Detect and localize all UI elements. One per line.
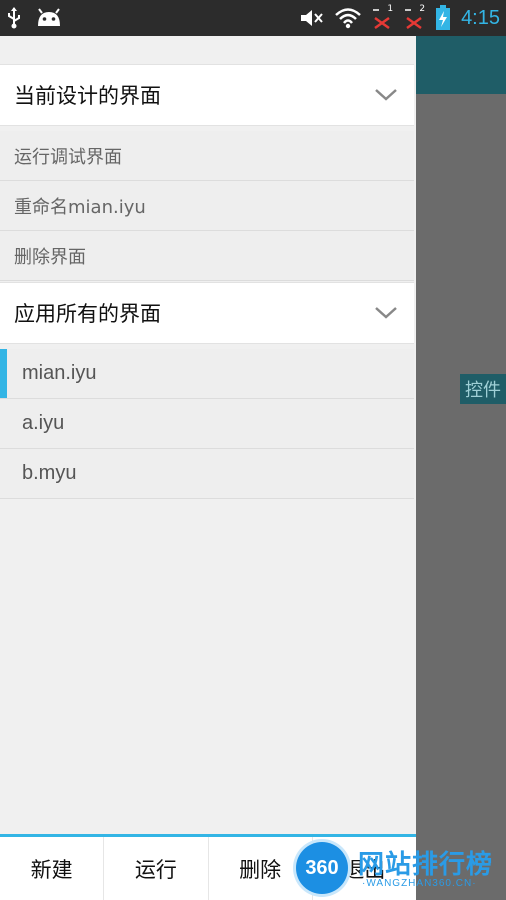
- background-controls-tab[interactable]: 控件: [460, 374, 506, 404]
- rename-label: 重命名mian.iyu: [14, 196, 146, 218]
- navigation-drawer: 当前设计的界面 运行调试界面 重命名mian.iyu 删除界面 应用所有的界面 …: [0, 36, 416, 900]
- file-name: mian.iyu: [22, 362, 97, 384]
- run-debug-label: 运行调试界面: [14, 146, 122, 168]
- delete-screen-item[interactable]: 删除界面: [0, 231, 414, 281]
- section-header-current[interactable]: 当前设计的界面: [0, 64, 414, 126]
- clock: 4:15: [461, 6, 500, 29]
- sim2-no-signal-icon: 2: [403, 4, 425, 30]
- background-app[interactable]: [416, 36, 506, 900]
- run-debug-item[interactable]: 运行调试界面: [0, 131, 414, 181]
- exit-button[interactable]: 退出: [313, 837, 416, 900]
- chevron-down-icon: [375, 307, 397, 319]
- section-header-all[interactable]: 应用所有的界面: [0, 282, 414, 344]
- mute-icon: [301, 10, 323, 26]
- android-icon: [38, 8, 60, 26]
- section-title-all: 应用所有的界面: [14, 302, 161, 326]
- wifi-icon: [335, 8, 361, 29]
- file-name: a.iyu: [22, 412, 65, 434]
- bottom-action-bar: 新建 运行 删除 退出: [0, 834, 416, 900]
- battery-charging-icon: [436, 5, 451, 30]
- run-button[interactable]: 运行: [104, 837, 209, 900]
- delete-screen-label: 删除界面: [14, 246, 86, 268]
- background-app-toolbar: [416, 36, 506, 94]
- usb-icon: [8, 7, 20, 29]
- delete-button[interactable]: 删除: [209, 837, 313, 900]
- file-item-b[interactable]: b.myu: [0, 449, 414, 499]
- new-button[interactable]: 新建: [0, 837, 105, 900]
- file-name: b.myu: [22, 462, 77, 484]
- section-title-current: 当前设计的界面: [14, 84, 161, 108]
- sim1-no-signal-icon: 1: [371, 4, 393, 30]
- file-item-mian[interactable]: mian.iyu: [0, 349, 414, 399]
- rename-item[interactable]: 重命名mian.iyu: [0, 181, 414, 231]
- chevron-down-icon: [375, 89, 397, 101]
- status-bar: 1 2 4:15: [0, 0, 506, 36]
- file-item-a[interactable]: a.iyu: [0, 399, 414, 449]
